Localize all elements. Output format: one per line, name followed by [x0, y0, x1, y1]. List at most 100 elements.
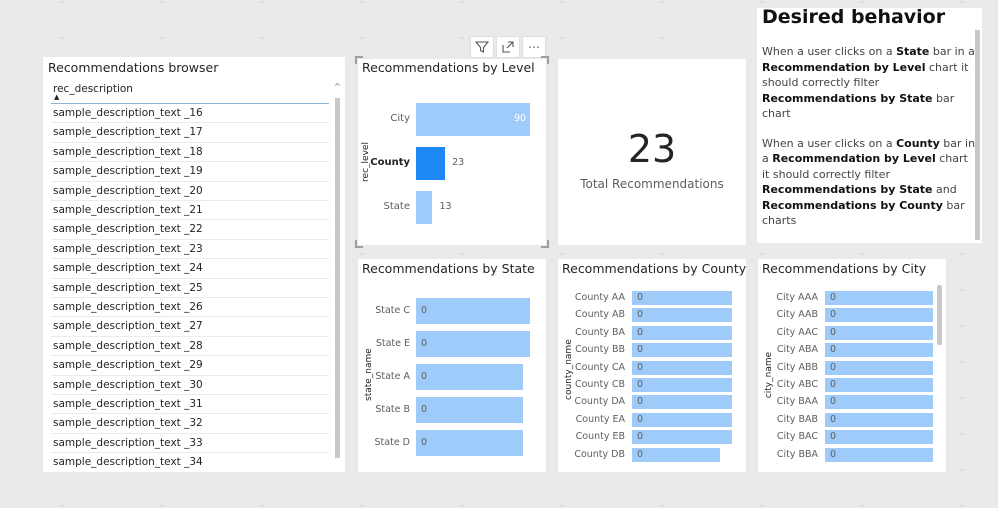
category-label: City BAA: [776, 396, 818, 408]
bar[interactable]: [632, 447, 720, 462]
bar[interactable]: [416, 331, 530, 357]
text-segment: When a user clicks on a: [762, 45, 897, 58]
table-row[interactable]: sample_description_text _29: [51, 356, 329, 376]
bar[interactable]: [632, 378, 732, 392]
table-row[interactable]: sample_description_text _30: [51, 376, 329, 395]
recommendations-browser: Recommendations browser rec_description …: [43, 57, 345, 473]
more-options-button[interactable]: ⋯: [522, 36, 546, 58]
text-segment: and: [932, 183, 957, 196]
category-label: City: [390, 113, 410, 124]
category-label: City ABA: [776, 344, 818, 356]
bar[interactable]: [416, 298, 530, 324]
category-label: County CA: [575, 361, 625, 373]
scrollbar[interactable]: ^: [334, 82, 341, 458]
table-row[interactable]: sample_description_text _34: [51, 453, 329, 473]
data-label: 0: [421, 371, 428, 382]
bar[interactable]: [416, 430, 524, 456]
bar[interactable]: [825, 343, 933, 358]
bar[interactable]: [632, 291, 732, 305]
category-label: County AA: [574, 292, 625, 303]
table-row[interactable]: sample_description_text _21: [51, 201, 329, 221]
table-row[interactable]: sample_description_text _19: [51, 162, 329, 182]
focus-mode-button[interactable]: [496, 36, 520, 58]
data-label: 0: [830, 413, 837, 425]
level-chart: Recommendations by Level rec_level City 9…: [355, 56, 549, 248]
data-label: 0: [830, 379, 837, 390]
bar[interactable]: [416, 397, 524, 423]
bar[interactable]: [825, 378, 933, 392]
card-value: 23: [627, 127, 677, 171]
bar[interactable]: [825, 395, 933, 410]
bar[interactable]: [825, 325, 933, 340]
category-label: County BA: [575, 326, 625, 338]
bar-county[interactable]: [416, 147, 446, 180]
table-row[interactable]: sample_description_text _23: [51, 240, 329, 260]
category-label: City AAA: [776, 292, 818, 303]
bar[interactable]: [632, 430, 732, 445]
category-label: State D: [374, 437, 410, 448]
desc-paragraph: Recommendations browser works correctly: [762, 243, 976, 244]
card-label: Total Recommendations: [580, 177, 724, 191]
category-label: City BAC: [776, 431, 818, 443]
text-segment: bar in a: [929, 45, 975, 58]
textbox-scrollbar[interactable]: [975, 30, 980, 240]
table-row[interactable]: sample_description_text _24: [51, 259, 329, 279]
table-row[interactable]: sample_description_text _20: [51, 182, 329, 201]
data-label: 0: [830, 396, 837, 408]
bar[interactable]: [632, 325, 732, 340]
bar[interactable]: [825, 291, 933, 305]
more-options-icon: ⋯: [528, 40, 540, 54]
bar[interactable]: [632, 360, 732, 375]
table-row[interactable]: sample_description_text _28: [51, 337, 329, 357]
bold-text: State: [896, 45, 930, 58]
table-row[interactable]: sample_description_text _31: [51, 395, 329, 415]
bar[interactable]: [632, 308, 732, 323]
bar-city[interactable]: [416, 103, 530, 136]
state-chart: Recommendations by State state_name State …: [358, 259, 546, 472]
bold-text: Recommendations by State: [762, 183, 933, 196]
category-label: City BAB: [776, 413, 818, 425]
category-label: County DB: [574, 448, 625, 460]
table-row[interactable]: sample_description_text _17: [51, 123, 329, 143]
category-label: State: [383, 201, 410, 212]
column-header-rec-description[interactable]: rec_description ▲: [51, 81, 329, 104]
bar[interactable]: [825, 412, 933, 427]
bar[interactable]: [632, 395, 732, 410]
table-row[interactable]: sample_description_text _33: [51, 434, 329, 454]
city-chart-title: Recommendations by City: [762, 261, 927, 276]
data-label: 0: [637, 431, 644, 443]
category-label: County AB: [575, 309, 625, 321]
data-label: 0: [830, 448, 837, 460]
table-row[interactable]: sample_description_text _22: [51, 220, 329, 240]
county-chart: Recommendations by County county_name Coun…: [558, 259, 746, 472]
data-label: 0: [421, 338, 428, 349]
data-label: 0: [637, 309, 644, 321]
bar[interactable]: [416, 364, 524, 390]
city-scrollbar-thumb[interactable]: [937, 285, 942, 345]
level-chart-title: Recommendations by Level: [362, 60, 535, 75]
sort-ascending-icon[interactable]: ▲: [54, 93, 59, 101]
table-row[interactable]: sample_description_text _25: [51, 279, 329, 298]
data-label: 0: [637, 292, 644, 303]
table-row[interactable]: sample_description_text _32: [51, 414, 329, 434]
bar-state[interactable]: [416, 191, 433, 224]
bar[interactable]: [825, 447, 933, 462]
column-header-label: rec_description: [53, 83, 133, 95]
filter-button[interactable]: [470, 36, 494, 58]
bar[interactable]: [632, 343, 732, 358]
scrollbar-thumb[interactable]: [335, 98, 340, 458]
bar[interactable]: [825, 430, 933, 445]
scroll-up-icon[interactable]: ^: [334, 82, 341, 91]
table-row[interactable]: sample_description_text _18: [51, 143, 329, 163]
bar[interactable]: [632, 412, 732, 427]
category-label: State E: [375, 338, 410, 349]
table-row[interactable]: sample_description_text _26: [51, 298, 329, 318]
data-label: 13: [439, 201, 452, 212]
filter-icon: [475, 41, 489, 53]
bar[interactable]: [825, 360, 933, 375]
table-row[interactable]: sample_description_text _27: [51, 317, 329, 337]
table-row[interactable]: sample_description_text _16: [51, 104, 329, 124]
category-label: County BB: [575, 344, 625, 356]
category-label: County CB: [574, 379, 625, 390]
bar[interactable]: [825, 308, 933, 323]
